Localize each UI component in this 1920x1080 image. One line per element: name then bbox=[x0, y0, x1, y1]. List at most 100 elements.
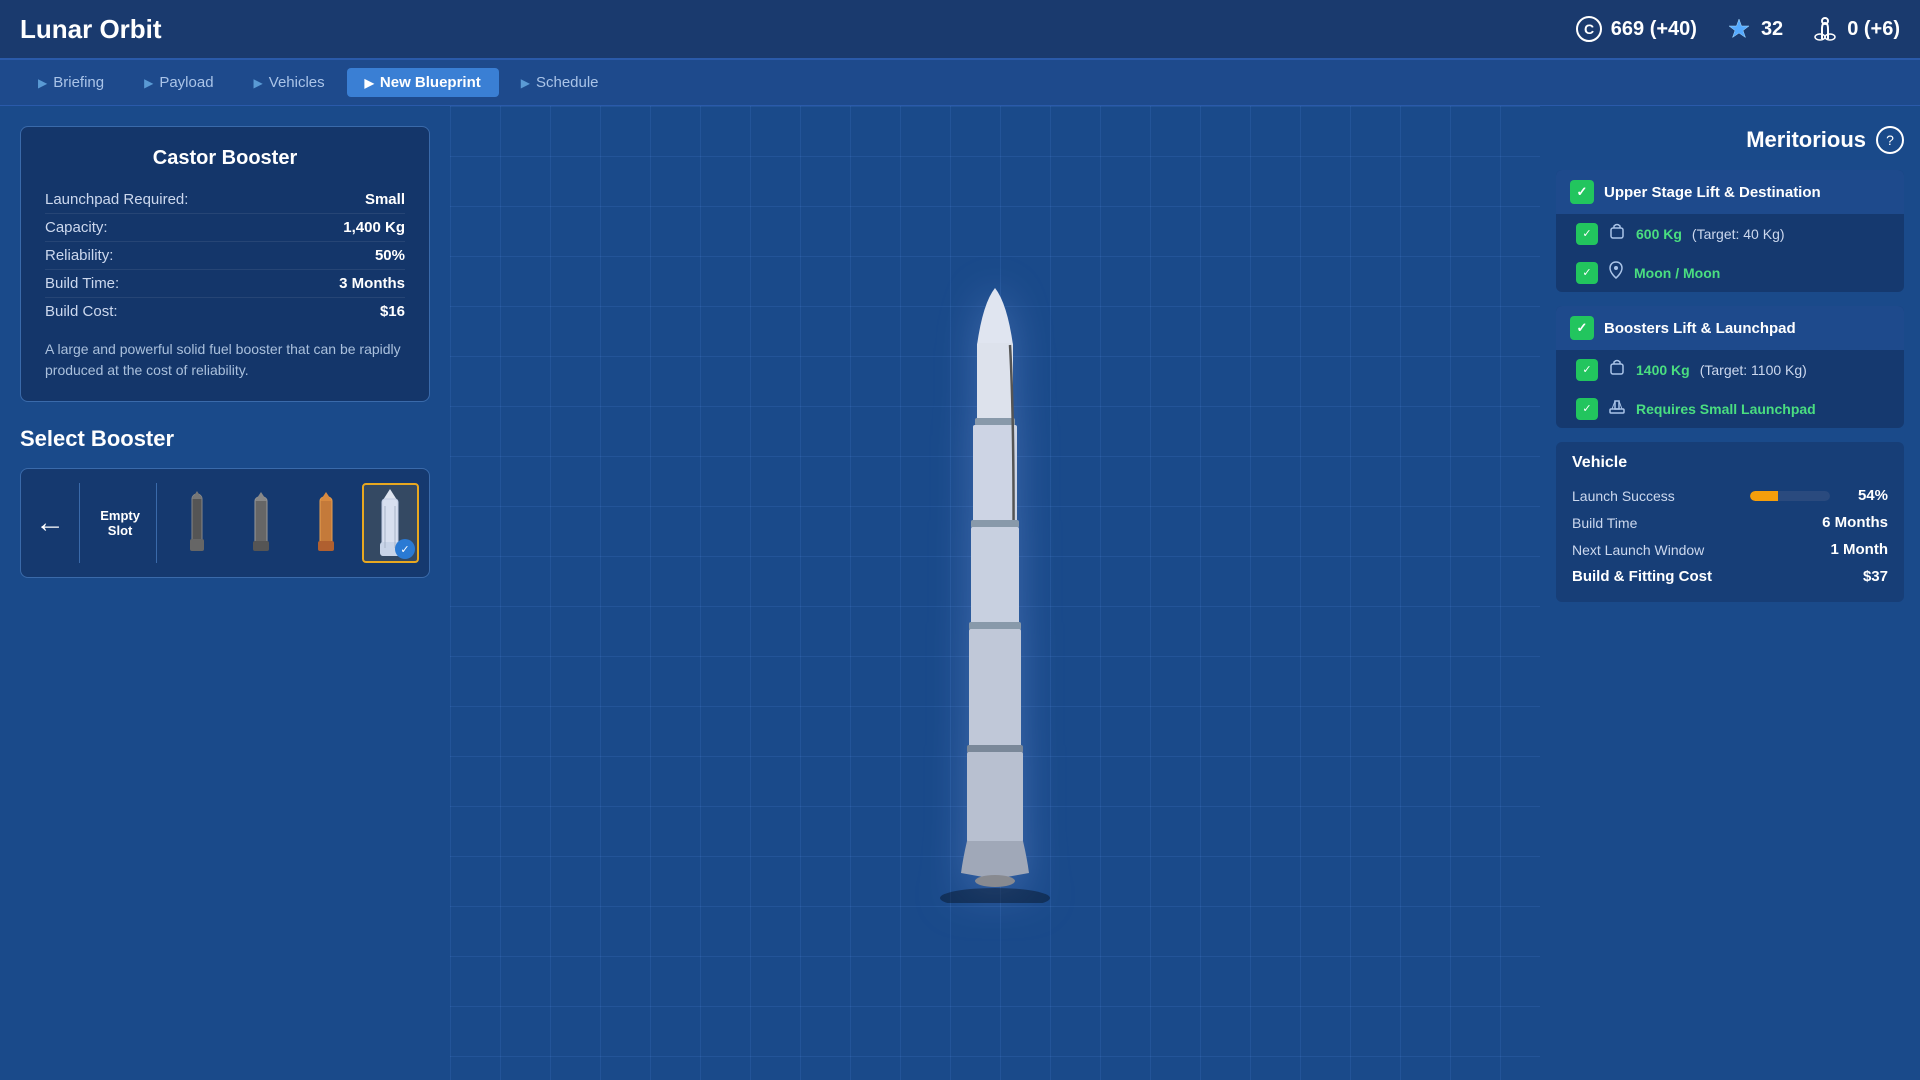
select-booster-label: Select Booster bbox=[20, 426, 430, 452]
booster-lift-icon bbox=[1608, 358, 1626, 381]
reliability-value: 50% bbox=[375, 247, 405, 264]
nav-bar: ▶ Briefing ▶ Payload ▶ Vehicles ▶ New Bl… bbox=[0, 60, 1920, 106]
upper-stage-section: ✓ Upper Stage Lift & Destination ✓ 600 K… bbox=[1556, 170, 1904, 292]
total-cost-value: $37 bbox=[1838, 568, 1888, 585]
upper-stage-item-1: ✓ 600 Kg (Target: 40 Kg) bbox=[1556, 214, 1904, 253]
page-title: Lunar Orbit bbox=[20, 14, 162, 45]
capacity-row: Capacity: 1,400 Kg bbox=[45, 214, 405, 242]
build-time-stat-label: Build Time bbox=[1572, 515, 1637, 531]
build-time-stat-row: Build Time 6 Months bbox=[1572, 509, 1888, 536]
upper-stage-header: ✓ Upper Stage Lift & Destination bbox=[1556, 170, 1904, 214]
launchpad-icon bbox=[1608, 397, 1626, 420]
vehicle-info-card: Castor Booster Launchpad Required: Small… bbox=[20, 126, 430, 402]
build-time-row: Build Time: 3 Months bbox=[45, 270, 405, 298]
upper-stage-title: Upper Stage Lift & Destination bbox=[1604, 184, 1821, 201]
merit-info-icon[interactable]: ? bbox=[1876, 126, 1904, 154]
capacity-value: 1,400 Kg bbox=[343, 219, 405, 236]
tab-vehicles-label: Vehicles bbox=[269, 74, 325, 91]
blueprint-arrow: ▶ bbox=[365, 76, 374, 90]
tab-payload[interactable]: ▶ Payload bbox=[126, 68, 231, 97]
reputation-value: 32 bbox=[1761, 18, 1783, 41]
next-launch-value: 1 Month bbox=[1831, 541, 1889, 558]
item2-green-text: Moon / Moon bbox=[1634, 265, 1720, 281]
boosters-item-1: ✓ 1400 Kg (Target: 1100 Kg) bbox=[1556, 350, 1904, 389]
reliability-label: Reliability: bbox=[45, 247, 113, 264]
build-cost-label: Build Cost: bbox=[45, 303, 118, 320]
launch-success-label: Launch Success bbox=[1572, 488, 1675, 504]
booster-selector: ← EmptySlot bbox=[20, 468, 430, 578]
tab-schedule[interactable]: ▶ Schedule bbox=[503, 68, 617, 97]
lift-icon bbox=[1608, 222, 1626, 245]
item1-normal-text: (Target: 40 Kg) bbox=[1692, 226, 1785, 242]
total-cost-label: Build & Fitting Cost bbox=[1572, 568, 1712, 585]
merit-title: Meritorious bbox=[1746, 127, 1866, 153]
build-time-value: 3 Months bbox=[339, 275, 405, 292]
boosters-header: ✓ Boosters Lift & Launchpad bbox=[1556, 306, 1904, 350]
launch-success-bar bbox=[1750, 491, 1830, 501]
bitem2-green-text: Requires Small Launchpad bbox=[1636, 401, 1816, 417]
tab-payload-label: Payload bbox=[159, 74, 213, 91]
boosters-section: ✓ Boosters Lift & Launchpad ✓ 1400 Kg (T… bbox=[1556, 306, 1904, 428]
tab-briefing[interactable]: ▶ Briefing bbox=[20, 68, 122, 97]
reputation-resource: 32 bbox=[1725, 15, 1783, 43]
launch-success-row: Launch Success 54% bbox=[1572, 482, 1888, 509]
booster-option-4-selected[interactable]: ✓ bbox=[362, 483, 419, 563]
tab-schedule-label: Schedule bbox=[536, 74, 599, 91]
booster-back-button[interactable]: ← bbox=[31, 483, 80, 563]
build-cost-value: $16 bbox=[380, 303, 405, 320]
bitem1-green-text: 1400 Kg bbox=[1636, 362, 1690, 378]
booster-option-2[interactable] bbox=[233, 483, 289, 563]
launchpad-label: Launchpad Required: bbox=[45, 191, 188, 208]
launch-success-bar-fill-orange bbox=[1750, 491, 1778, 501]
research-resource: 0 (+6) bbox=[1811, 15, 1900, 43]
credits-resource: C 669 (+40) bbox=[1575, 15, 1697, 43]
empty-slot-option[interactable]: EmptySlot bbox=[92, 483, 157, 563]
schedule-arrow: ▶ bbox=[521, 76, 530, 90]
build-cost-row: Build Cost: $16 bbox=[45, 298, 405, 325]
launchpad-value: Small bbox=[365, 191, 405, 208]
left-panel: Castor Booster Launchpad Required: Small… bbox=[0, 106, 450, 1080]
research-value: 0 (+6) bbox=[1847, 18, 1900, 41]
vehicle-description: A large and powerful solid fuel booster … bbox=[45, 339, 405, 381]
upper-stage-check: ✓ bbox=[1570, 180, 1594, 204]
total-cost-row: Build & Fitting Cost $37 bbox=[1572, 563, 1888, 590]
item1-green-text: 600 Kg bbox=[1636, 226, 1682, 242]
build-time-stat-value: 6 Months bbox=[1822, 514, 1888, 531]
tab-briefing-label: Briefing bbox=[53, 74, 104, 91]
svg-text:C: C bbox=[1584, 21, 1594, 37]
boosters-item-2: ✓ Requires Small Launchpad bbox=[1556, 389, 1904, 428]
payload-arrow: ▶ bbox=[144, 76, 153, 90]
item2-check: ✓ bbox=[1576, 262, 1598, 284]
reputation-icon bbox=[1725, 15, 1753, 43]
booster-option-3[interactable] bbox=[297, 483, 353, 563]
empty-slot-label: EmptySlot bbox=[100, 508, 140, 538]
launch-success-bar-container: 54% bbox=[1750, 487, 1888, 504]
vehicle-name: Castor Booster bbox=[45, 147, 405, 170]
build-time-label: Build Time: bbox=[45, 275, 119, 292]
capacity-label: Capacity: bbox=[45, 219, 108, 236]
credits-icon: C bbox=[1575, 15, 1603, 43]
briefing-arrow: ▶ bbox=[38, 76, 47, 90]
vehicle-stats-header: Vehicle bbox=[1572, 454, 1888, 472]
bitem2-check: ✓ bbox=[1576, 398, 1598, 420]
credits-value: 669 (+40) bbox=[1611, 18, 1697, 41]
next-launch-row: Next Launch Window 1 Month bbox=[1572, 536, 1888, 563]
bitem1-normal-text: (Target: 1100 Kg) bbox=[1700, 362, 1807, 378]
resource-bar: C 669 (+40) 32 0 (+6) bbox=[1575, 15, 1900, 43]
research-icon bbox=[1811, 15, 1839, 43]
rocket-svg bbox=[915, 283, 1075, 903]
booster-option-1[interactable] bbox=[169, 483, 225, 563]
bitem1-check: ✓ bbox=[1576, 359, 1598, 381]
boosters-title: Boosters Lift & Launchpad bbox=[1604, 320, 1796, 337]
launch-success-bar-fill-dark bbox=[1778, 491, 1830, 501]
booster-selected-check: ✓ bbox=[395, 539, 415, 559]
tab-new-blueprint[interactable]: ▶ New Blueprint bbox=[347, 68, 499, 97]
vehicles-arrow: ▶ bbox=[254, 76, 263, 90]
right-panel: Meritorious ? ✓ Upper Stage Lift & Desti… bbox=[1540, 106, 1920, 1080]
reliability-row: Reliability: 50% bbox=[45, 242, 405, 270]
merit-header: Meritorious ? bbox=[1556, 126, 1904, 154]
item1-check: ✓ bbox=[1576, 223, 1598, 245]
tab-blueprint-label: New Blueprint bbox=[380, 74, 481, 91]
launch-success-value: 54% bbox=[1838, 487, 1888, 504]
tab-vehicles[interactable]: ▶ Vehicles bbox=[236, 68, 343, 97]
